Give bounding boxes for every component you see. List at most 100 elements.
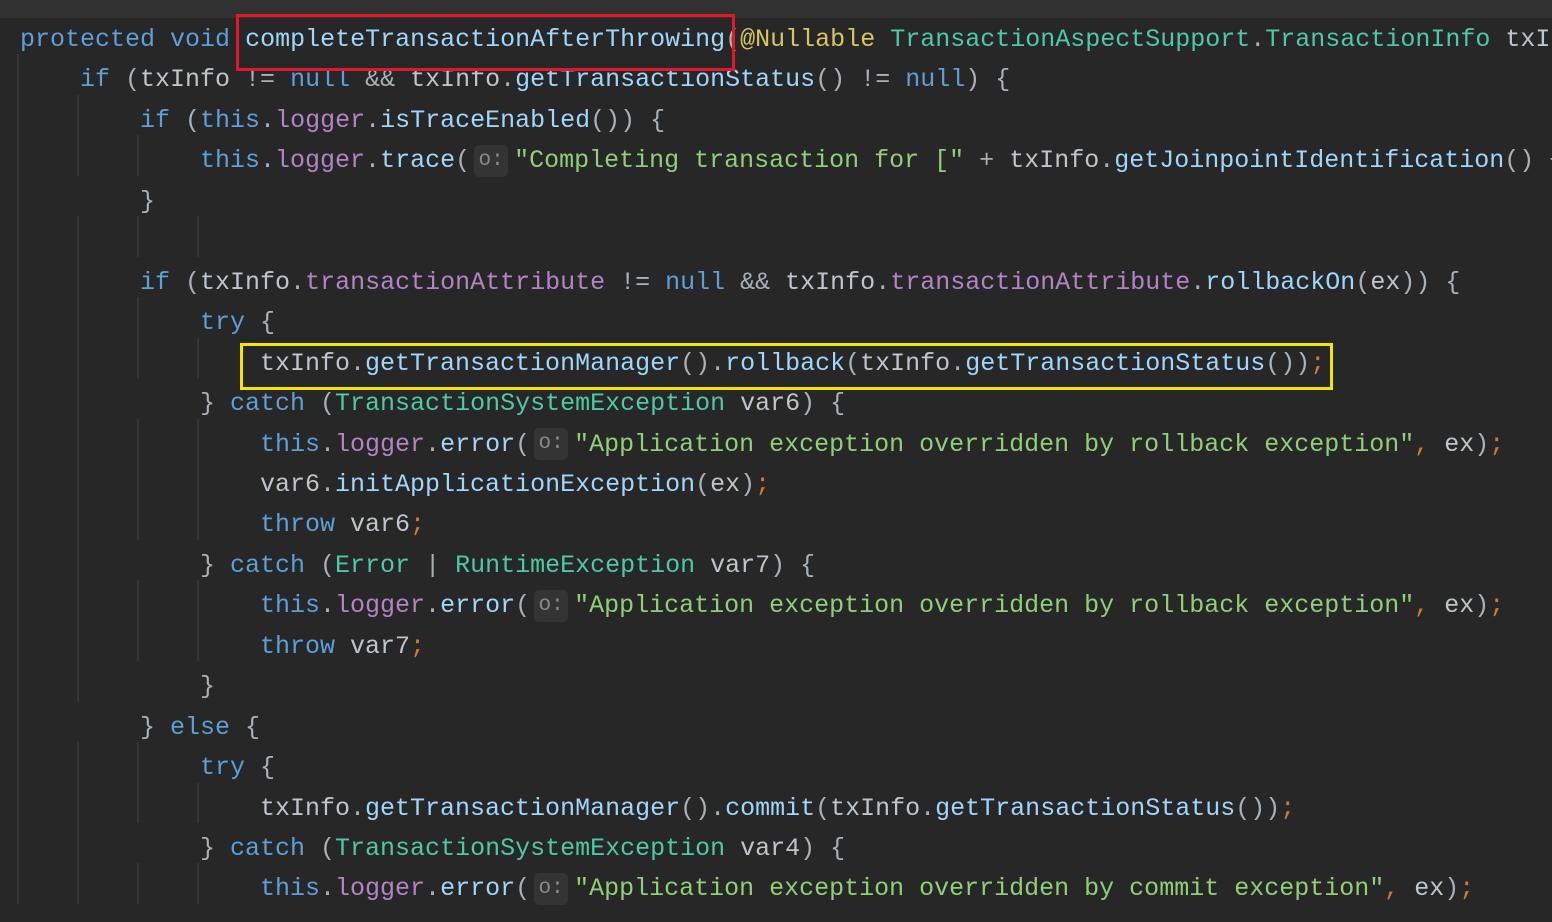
punctuation: }	[200, 389, 231, 419]
type-name: RuntimeException	[455, 550, 696, 580]
punctuation: () +	[1504, 146, 1552, 176]
method-name: initApplicationException	[335, 469, 696, 499]
code-line[interactable]: } catch (TransactionSystemException var6…	[200, 384, 845, 424]
method-name: rollbackOn	[1205, 267, 1356, 297]
code-line[interactable]: try {	[200, 748, 275, 788]
code-line[interactable]: }	[140, 182, 155, 222]
identifier: ex	[1399, 874, 1445, 904]
punctuation: ().	[680, 793, 726, 823]
keyword: null	[905, 65, 966, 95]
code-line[interactable]: this.logger.trace(o: "Completing transact…	[200, 141, 1552, 181]
method-name: getTransactionStatus	[935, 793, 1236, 823]
type-name: TransactionAspectSupport	[890, 25, 1251, 54]
code-editor[interactable]: protected void completeTransactionAfterT…	[0, 20, 1552, 922]
code-line[interactable]: try {	[200, 303, 275, 343]
code-line[interactable]: this.logger.error(o: "Application excepti…	[260, 425, 1504, 465]
semicolon: ;	[1280, 793, 1296, 823]
method-name: error	[440, 874, 516, 904]
method-name: error	[440, 591, 516, 621]
identifier: var4	[725, 834, 801, 863]
keyword: if	[80, 65, 111, 95]
identifier: txInfo	[785, 267, 876, 297]
semicolon: ;	[755, 469, 771, 499]
punctuation: (	[815, 793, 831, 823]
code-line[interactable]: if (txInfo.transactionAttribute != null …	[140, 263, 1460, 303]
punctuation: (	[515, 591, 531, 621]
code-line[interactable]: var6.initApplicationException(ex);	[260, 465, 770, 505]
code-line[interactable]: this.logger.error(o: "Application excepti…	[260, 869, 1474, 909]
string-literal: "Application exception overridden by rol…	[574, 591, 1415, 621]
method-name: error	[440, 429, 516, 459]
indent-guide	[137, 418, 139, 540]
punctuation: .	[320, 469, 336, 499]
punctuation: (	[170, 105, 201, 135]
identifier: ex	[1370, 267, 1401, 297]
code-line[interactable]: } catch (TransactionSystemException var4…	[200, 829, 845, 869]
type-name: TransactionSystemException	[335, 834, 726, 863]
string-literal: "Application exception overridden by rol…	[574, 429, 1415, 459]
indent-guide	[137, 580, 139, 662]
indent-guide	[77, 742, 79, 904]
punctuation: (	[305, 550, 336, 580]
indent-guide	[197, 418, 199, 540]
field-name: logger	[335, 429, 426, 459]
field-name: transactionAttribute	[890, 267, 1191, 297]
punctuation: .	[260, 146, 276, 176]
punctuation: .	[425, 874, 441, 904]
code-line[interactable]: throw var7;	[260, 627, 425, 667]
code-line[interactable]: } else {	[140, 708, 260, 748]
keyword: protected	[20, 25, 156, 54]
code-line[interactable]: if (this.logger.isTraceEnabled()) {	[140, 101, 665, 141]
method-name: getJoinpointIdentification	[1114, 146, 1505, 176]
punctuation: {	[230, 712, 261, 742]
punctuation: |	[410, 550, 456, 580]
semicolon: ,	[1414, 591, 1430, 621]
field-name: logger	[335, 874, 426, 904]
indent-guide	[77, 94, 79, 176]
punctuation: +	[964, 146, 1010, 176]
field-name: transactionAttribute	[305, 267, 606, 297]
method-name: isTraceEnabled	[380, 105, 591, 135]
punctuation: (	[110, 65, 141, 95]
punctuation: .	[320, 874, 336, 904]
indent-guide	[197, 580, 199, 662]
parameter-hint: o:	[534, 427, 569, 460]
punctuation: {	[245, 308, 276, 338]
semicolon: ;	[410, 631, 426, 661]
identifier: ex	[1429, 429, 1475, 459]
field-name: logger	[275, 105, 366, 135]
identifier: ex	[710, 469, 741, 499]
punctuation: ) {	[965, 65, 1011, 95]
punctuation: !=	[605, 267, 666, 297]
punctuation: )	[1444, 874, 1460, 904]
punctuation: ())	[1235, 793, 1281, 823]
punctuation: }	[140, 186, 156, 216]
parameter-hint: o:	[534, 589, 569, 622]
indent-guide	[137, 863, 139, 904]
punctuation: ()) {	[590, 105, 666, 135]
punctuation: ) {	[800, 834, 846, 863]
punctuation: .	[320, 591, 336, 621]
editor-tab-strip	[0, 0, 1552, 18]
punctuation: }	[140, 712, 171, 742]
identifier: txInfo	[200, 267, 291, 297]
keyword: this	[260, 591, 321, 621]
code-line[interactable]: } catch (Error | RuntimeException var7) …	[200, 546, 815, 586]
punctuation: (	[455, 146, 471, 176]
punctuation: .	[290, 267, 306, 297]
string-literal: "Application exception overridden by com…	[574, 874, 1385, 904]
identifier: var7	[695, 550, 771, 580]
keyword: this	[200, 146, 261, 176]
punctuation: &&	[725, 267, 786, 297]
identifier: ex	[1429, 591, 1475, 621]
code-line[interactable]: }	[200, 667, 215, 707]
keyword: if	[140, 105, 171, 135]
punctuation: .	[365, 146, 381, 176]
indent-guide	[137, 297, 139, 379]
code-line[interactable]: throw var6;	[260, 505, 425, 545]
keyword: catch	[230, 550, 306, 580]
semicolon: ;	[410, 510, 426, 540]
code-line[interactable]: txInfo.getTransactionManager().commit(tx…	[260, 789, 1295, 829]
keyword: throw	[260, 631, 336, 661]
code-line[interactable]: this.logger.error(o: "Application excepti…	[260, 586, 1504, 626]
